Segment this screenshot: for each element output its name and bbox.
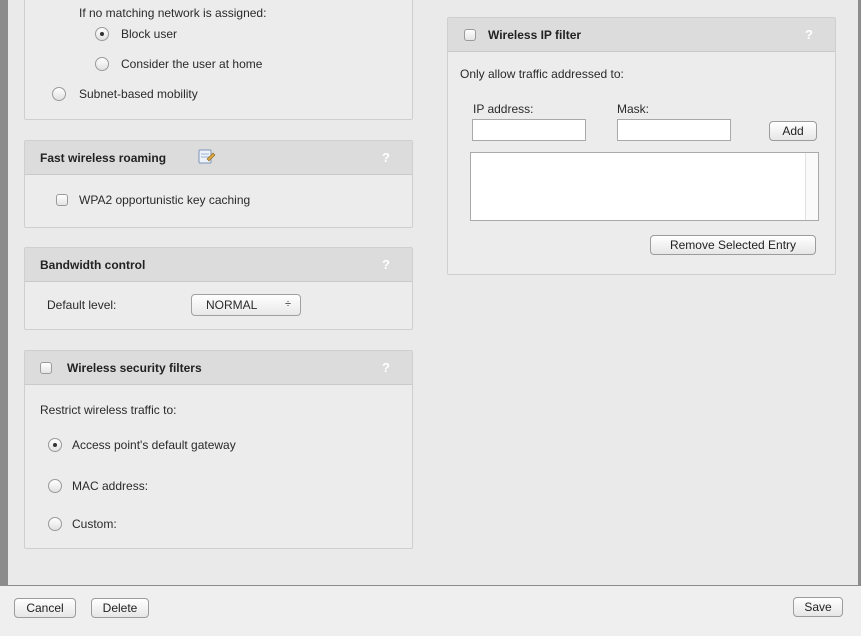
only-allow-text: Only allow traffic addressed to:	[460, 67, 624, 81]
custom-radio[interactable]	[48, 517, 62, 531]
mask-input[interactable]	[617, 119, 731, 141]
consider-home-label[interactable]: Consider the user at home	[121, 57, 262, 71]
ip-filter-help-icon[interactable]: ?	[805, 27, 813, 42]
default-level-value: NORMAL	[206, 298, 258, 312]
security-filters-header: Wireless security filters ?	[25, 351, 412, 385]
default-level-label: Default level:	[47, 298, 117, 312]
save-button[interactable]: Save	[793, 597, 843, 617]
fast-roaming-title: Fast wireless roaming	[40, 151, 167, 165]
default-level-select[interactable]: NORMAL ÷	[191, 294, 301, 316]
delete-button[interactable]: Delete	[91, 598, 149, 618]
window-frame-left	[0, 0, 8, 585]
subnet-mobility-radio[interactable]	[52, 87, 66, 101]
mac-radio[interactable]	[48, 479, 62, 493]
mac-label[interactable]: MAC address:	[72, 479, 148, 493]
fast-roaming-help-icon[interactable]: ?	[382, 150, 390, 165]
subnet-mobility-label[interactable]: Subnet-based mobility	[79, 87, 198, 101]
cancel-button[interactable]: Cancel	[14, 598, 76, 618]
footer-bar: Cancel Delete Save	[0, 585, 861, 636]
wpa2-label[interactable]: WPA2 opportunistic key caching	[79, 193, 250, 207]
ip-address-label: IP address:	[473, 102, 534, 116]
license-icon[interactable]	[197, 148, 217, 169]
remove-selected-entry-button[interactable]: Remove Selected Entry	[650, 235, 816, 255]
ip-filter-list[interactable]	[470, 152, 819, 221]
block-user-radio[interactable]	[95, 27, 109, 41]
security-filters-panel: Wireless security filters ? Restrict wir…	[24, 350, 413, 549]
bandwidth-panel: Bandwidth control ? Default level: NORMA…	[24, 247, 413, 330]
network-assignment-panel: If no matching network is assigned: Bloc…	[24, 0, 413, 120]
add-button[interactable]: Add	[769, 121, 817, 141]
ip-filter-panel: Wireless IP filter ? Only allow traffic …	[447, 17, 836, 275]
restrict-text: Restrict wireless traffic to:	[40, 403, 177, 417]
fast-roaming-header: Fast wireless roaming ?	[25, 141, 412, 175]
custom-label[interactable]: Custom:	[72, 517, 117, 531]
consider-home-radio[interactable]	[95, 57, 109, 71]
no-match-text: If no matching network is assigned:	[79, 6, 267, 20]
security-filters-title: Wireless security filters	[67, 361, 202, 375]
bandwidth-title: Bandwidth control	[40, 258, 146, 272]
security-filters-help-icon[interactable]: ?	[382, 360, 390, 375]
ip-filter-checkbox[interactable]	[464, 29, 476, 41]
wpa2-checkbox[interactable]	[56, 194, 68, 206]
list-scrollbar-track[interactable]	[805, 153, 818, 220]
select-arrows-icon: ÷	[284, 298, 291, 310]
bandwidth-help-icon[interactable]: ?	[382, 257, 390, 272]
security-filters-checkbox[interactable]	[40, 362, 52, 374]
ip-address-input[interactable]	[472, 119, 586, 141]
block-user-label[interactable]: Block user	[121, 27, 177, 41]
gateway-label[interactable]: Access point's default gateway	[72, 438, 236, 452]
bandwidth-header: Bandwidth control ?	[25, 248, 412, 282]
ip-filter-title: Wireless IP filter	[488, 28, 582, 42]
gateway-radio[interactable]	[48, 438, 62, 452]
ip-filter-header: Wireless IP filter ?	[448, 18, 835, 52]
fast-roaming-panel: Fast wireless roaming ? WPA2 opportunist…	[24, 140, 413, 228]
mask-label: Mask:	[617, 102, 650, 116]
